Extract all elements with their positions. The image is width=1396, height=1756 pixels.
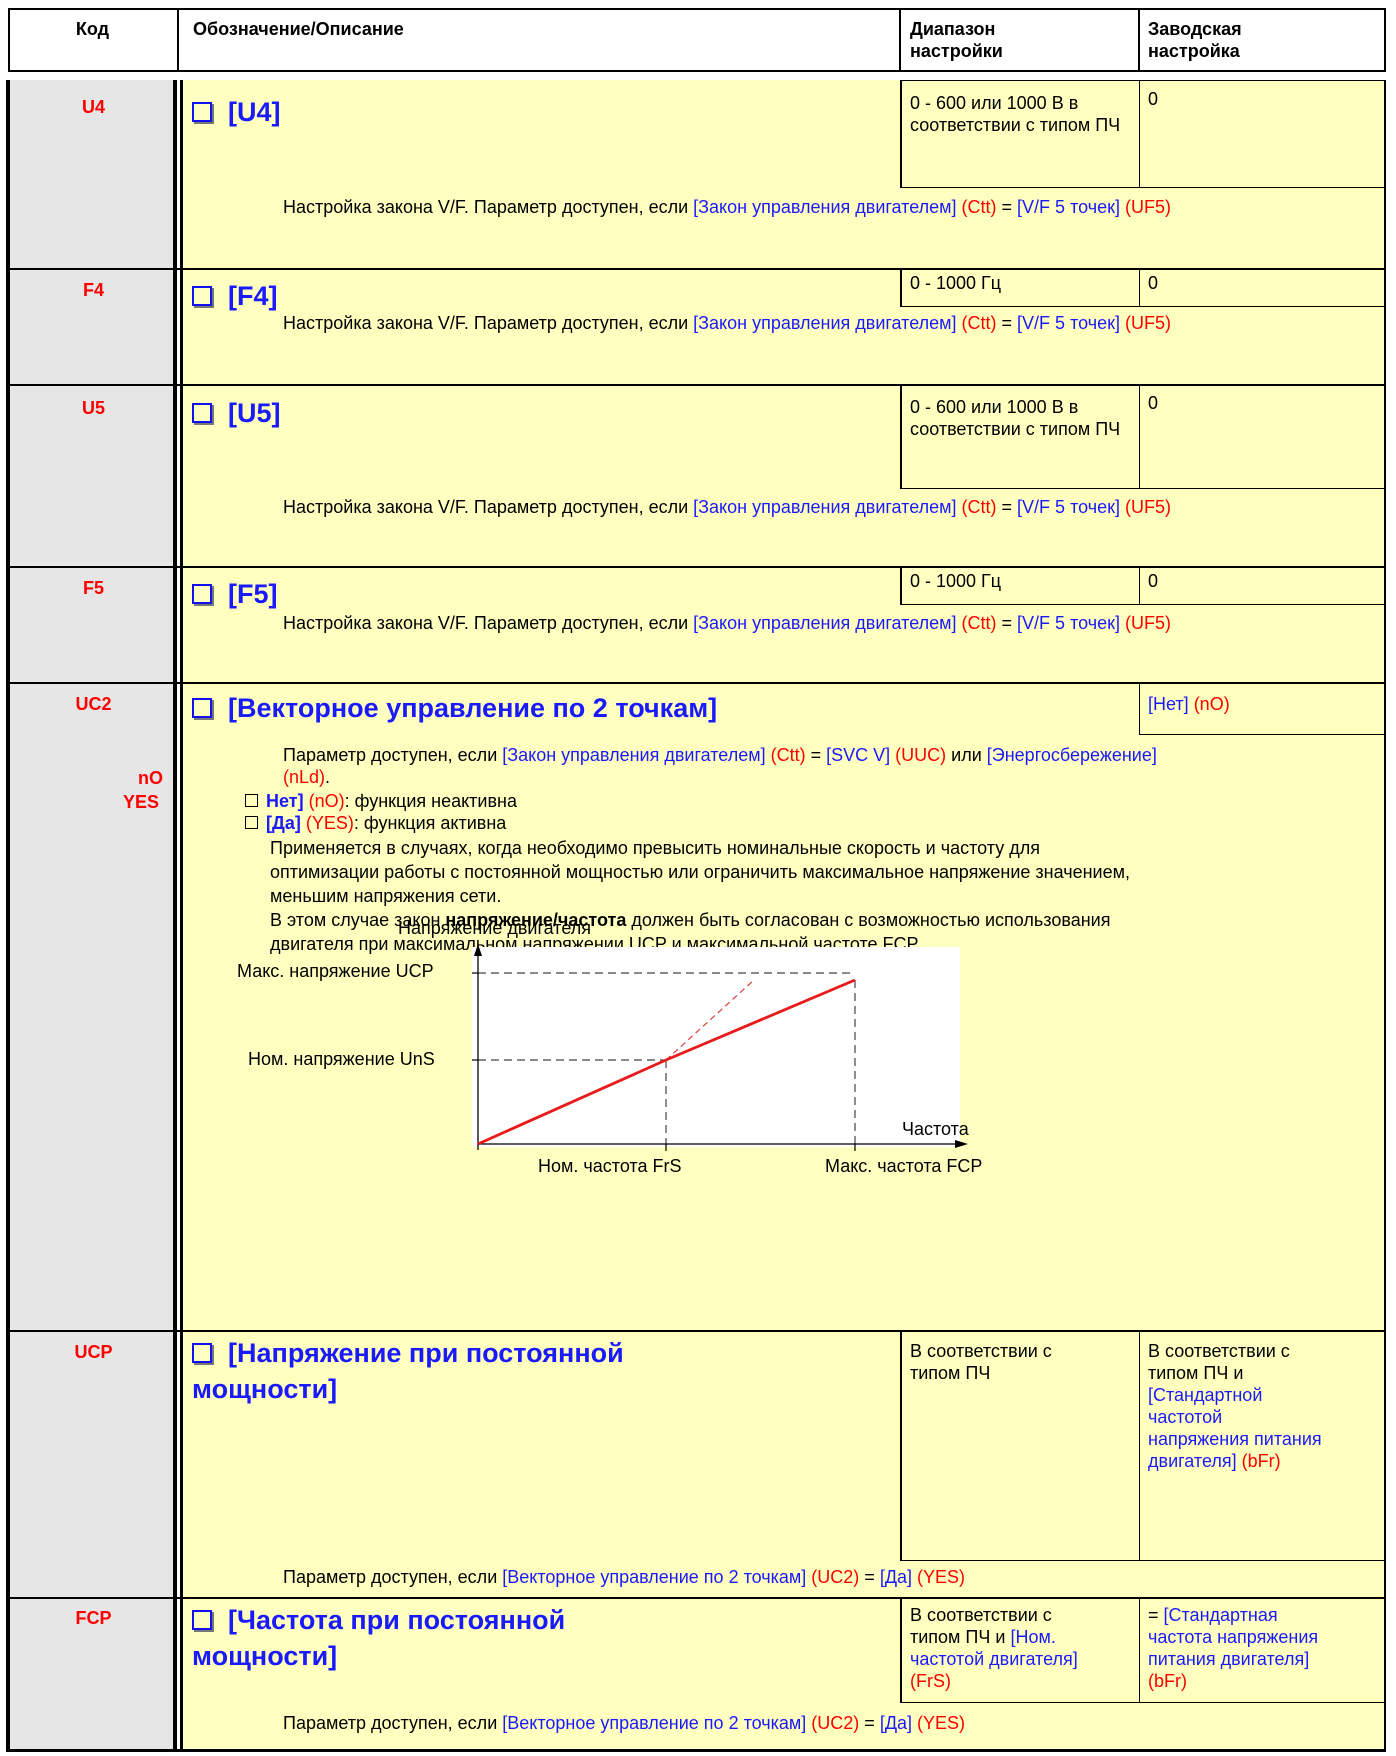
factory-value-u4: 0 bbox=[1148, 89, 1159, 109]
uc2-availability: Параметр доступен, если [Закон управлени… bbox=[283, 745, 1157, 787]
factory-cell-f5 bbox=[1139, 567, 1386, 605]
header-name: Обозначение/Описание bbox=[193, 19, 404, 39]
extension-line bbox=[665, 979, 755, 1061]
factory-value-fcp: = [Стандартная частота напряжения питания … bbox=[1148, 1605, 1319, 1691]
option-code-no: nO bbox=[138, 768, 163, 788]
range-value-f5: 0 - 1000 Гц bbox=[910, 571, 1002, 591]
description-f4: Настройка закона V/F. Параметр доступен,… bbox=[283, 313, 1171, 333]
header-factory: Заводская настройка bbox=[1148, 19, 1242, 61]
x-axis-title: Частота bbox=[902, 1119, 969, 1139]
factory-cell-u5 bbox=[1139, 385, 1386, 489]
checkbox-icon bbox=[192, 1342, 212, 1363]
factory-cell-f4 bbox=[1139, 269, 1386, 307]
param-title-fcp: [Частота при постоянной мощности] bbox=[192, 1605, 566, 1671]
description-ucp: Параметр доступен, если [Векторное управ… bbox=[283, 1567, 966, 1587]
bullet-square-icon bbox=[245, 793, 258, 807]
param-title-u5: [U5] bbox=[192, 395, 281, 431]
factory-value-f5: 0 bbox=[1148, 571, 1159, 591]
x-label-fcp: Макс. частота FCP bbox=[825, 1156, 983, 1176]
range-value-fcp: В соответствии с типом ПЧ и [Ном. частотой… bbox=[910, 1605, 1078, 1691]
description-fcp: Параметр доступен, если [Векторное управ… bbox=[283, 1713, 966, 1733]
bullet-square-icon bbox=[245, 815, 258, 829]
checkbox-icon bbox=[192, 1609, 212, 1630]
param-code-fcp: FCP bbox=[75, 1608, 112, 1628]
param-code-f4: F4 bbox=[82, 280, 104, 300]
param-title-u4: [U4] bbox=[192, 94, 281, 130]
range-value-u5: 0 - 600 или 1000 В в соответствии с типо… bbox=[910, 397, 1121, 439]
param-title-uc2: [Векторное управление по 2 точкам] bbox=[192, 690, 717, 726]
param-code-u5: U5 bbox=[81, 398, 105, 418]
factory-cell-u4 bbox=[1139, 80, 1386, 188]
range-value-u4: 0 - 600 или 1000 В в соответствии с типо… bbox=[910, 93, 1121, 135]
y-label-uns: Ном. напряжение UnS bbox=[248, 1049, 435, 1069]
checkbox-icon bbox=[192, 697, 212, 718]
option-yes: [Да] (YES): функция активна bbox=[245, 812, 506, 834]
checkbox-icon bbox=[192, 402, 212, 423]
header-code: Код bbox=[75, 19, 110, 39]
header-range: Диапазон настройки bbox=[910, 19, 1003, 61]
y-axis-arrow bbox=[474, 944, 482, 956]
factory-value-uc2: [Нет] (nO) bbox=[1148, 694, 1230, 714]
y-label-ucp: Макс. напряжение UCP bbox=[237, 961, 434, 981]
factory-value-u5: 0 bbox=[1148, 393, 1159, 413]
checkbox-icon bbox=[192, 583, 212, 604]
param-code-ucp: UCP bbox=[74, 1342, 113, 1362]
checkbox-icon bbox=[192, 285, 212, 306]
chart-title: Напряжение двигателя bbox=[398, 918, 591, 938]
x-label-frs: Ном. частота FrS bbox=[538, 1156, 682, 1176]
param-title-f4: [F4] bbox=[192, 278, 278, 314]
range-value-ucp: В соответствии с типом ПЧ bbox=[910, 1341, 1052, 1383]
param-code-f5: F5 bbox=[82, 578, 104, 598]
range-value-f4: 0 - 1000 Гц bbox=[910, 273, 1002, 293]
param-code-uc2: UC2 bbox=[75, 694, 112, 714]
factory-value-ucp: В соответствии с типом ПЧ и [Стандартной ча… bbox=[1148, 1341, 1322, 1471]
param-title-ucp: [Напряжение при постоянной мощности] bbox=[192, 1338, 624, 1404]
checkbox-icon bbox=[192, 101, 212, 122]
option-no: Нет] (nO): функция неактивна bbox=[245, 790, 517, 812]
x-axis-arrow bbox=[955, 1140, 968, 1148]
description-u5: Настройка закона V/F. Параметр доступен,… bbox=[283, 497, 1171, 517]
param-title-f5: [F5] bbox=[192, 576, 278, 612]
option-code-yes: YES bbox=[123, 792, 160, 812]
description-f5: Настройка закона V/F. Параметр доступен,… bbox=[283, 613, 1171, 633]
description-u4: Настройка закона V/F. Параметр доступен,… bbox=[283, 197, 1171, 217]
param-code-u4: U4 bbox=[81, 97, 105, 117]
factory-value-f4: 0 bbox=[1148, 273, 1159, 293]
code-column bbox=[10, 80, 177, 1750]
